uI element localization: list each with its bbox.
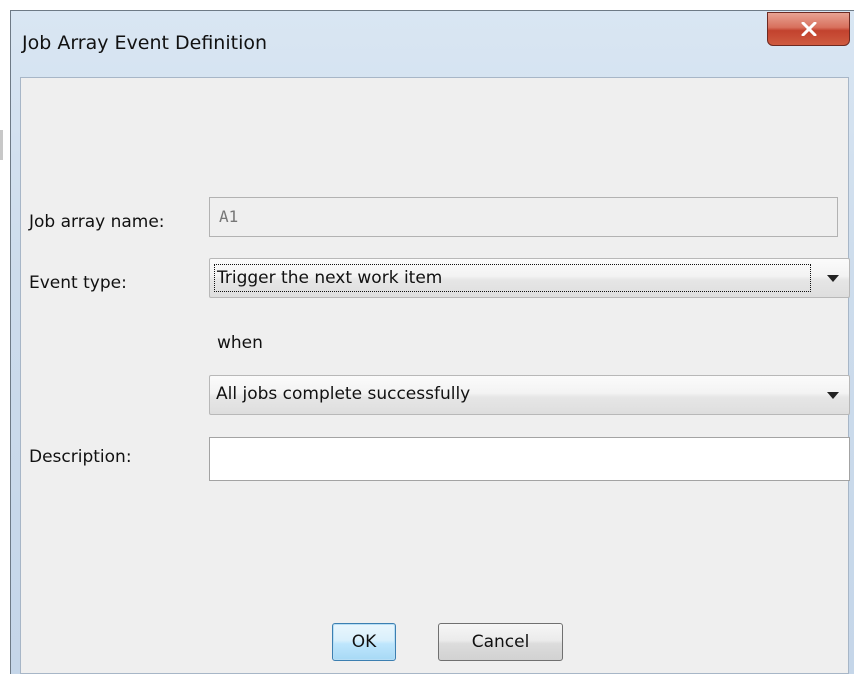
background-mark bbox=[0, 130, 3, 160]
dialog-window: Job Array Event Definition Job array nam… bbox=[10, 10, 854, 674]
chevron-down-icon bbox=[827, 392, 839, 399]
condition-value: All jobs complete successfully bbox=[216, 384, 471, 404]
cancel-button[interactable]: Cancel bbox=[438, 623, 563, 661]
dialog-body: Job array name: A1 Event type: Trigger t… bbox=[20, 77, 850, 674]
close-icon bbox=[801, 22, 816, 36]
job-array-name-field: A1 bbox=[209, 197, 838, 237]
description-label: Description: bbox=[29, 447, 132, 467]
event-type-value: Trigger the next work item bbox=[214, 264, 811, 292]
ok-button[interactable]: OK bbox=[332, 623, 396, 661]
event-type-dropdown[interactable]: Trigger the next work item bbox=[209, 258, 850, 298]
event-type-label: Event type: bbox=[29, 273, 127, 293]
background-edge bbox=[0, 0, 10, 674]
condition-dropdown[interactable]: All jobs complete successfully bbox=[209, 375, 850, 415]
title-bar: Job Array Event Definition bbox=[11, 11, 854, 77]
close-button[interactable] bbox=[767, 12, 850, 46]
dialog-title: Job Array Event Definition bbox=[22, 32, 268, 54]
chevron-down-icon bbox=[827, 275, 839, 282]
when-label: when bbox=[217, 333, 263, 353]
job-array-name-value: A1 bbox=[219, 207, 239, 226]
description-field[interactable] bbox=[209, 437, 850, 481]
job-array-name-label: Job array name: bbox=[29, 212, 165, 232]
